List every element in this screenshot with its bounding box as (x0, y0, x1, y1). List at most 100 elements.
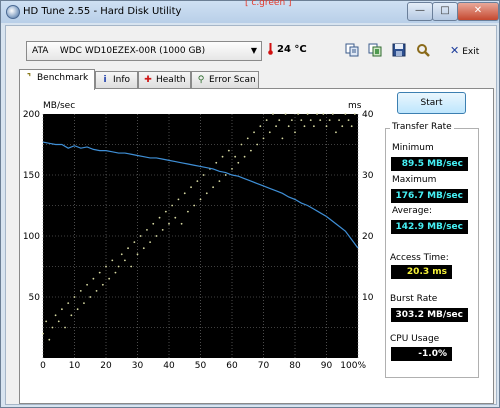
access-time-point (61, 308, 63, 311)
access-time-point (48, 338, 51, 341)
access-time-point (350, 125, 353, 128)
access-time-point (306, 113, 309, 115)
x-tick-label: 40 (163, 361, 175, 371)
access-time-point (227, 149, 230, 152)
access-time-point (83, 302, 85, 304)
transfer-rate-title: Transfer Rate (390, 122, 454, 132)
access-time-point (262, 137, 265, 140)
x-tick-label: 10 (69, 361, 81, 371)
access-time-point (353, 113, 356, 115)
x-tick-label: 80 (289, 361, 301, 371)
access-time-point (205, 192, 208, 195)
access-time-point (124, 259, 126, 262)
access-time-point (253, 131, 255, 134)
access-time-point (174, 216, 177, 219)
access-time-point (297, 113, 300, 115)
access-time-point (303, 125, 306, 128)
y-left-tick-label: 200 (23, 110, 40, 120)
access-time-point (117, 265, 120, 268)
access-time-point (136, 253, 139, 256)
access-time-point (199, 198, 202, 201)
access-time-point (278, 119, 281, 121)
access-time-point (328, 119, 331, 121)
access-time-point (57, 320, 60, 323)
maximum-value: 176.7 MB/sec (391, 189, 468, 203)
access-time-point (155, 235, 158, 237)
access-time-point (98, 271, 101, 274)
access-time-point (73, 296, 76, 298)
access-time-point (133, 241, 136, 244)
access-time-point (341, 125, 344, 128)
burst-rate-value: 303.2 MB/sec (391, 308, 468, 322)
access-time-point (164, 210, 167, 213)
access-time-point (108, 277, 111, 280)
cpu-usage-value: -1.0% (391, 347, 452, 361)
access-time-point (114, 271, 117, 274)
access-time-point (344, 113, 347, 115)
y-right-tick-label: 20 (362, 232, 374, 242)
access-time-point (313, 125, 315, 128)
access-time-point (240, 143, 243, 146)
access-time-value: 20.3 ms (391, 265, 452, 279)
access-time-point (183, 192, 186, 195)
access-time-point (92, 277, 95, 280)
access-time-point (265, 119, 268, 121)
access-time-point (215, 161, 218, 164)
access-time-point (190, 186, 192, 189)
access-time-point (193, 204, 196, 207)
access-time-point (221, 155, 224, 158)
access-time-point (45, 320, 48, 323)
access-time-point (149, 241, 152, 244)
access-time-point (246, 137, 249, 140)
access-time-point (275, 125, 277, 128)
access-time-point (218, 180, 221, 183)
maximum-label: Maximum (392, 175, 437, 185)
access-time-point (196, 180, 199, 183)
x-tick-label: 30 (132, 361, 144, 371)
access-time-point (79, 290, 82, 292)
access-time-point (202, 174, 205, 176)
minimum-value: 89.5 MB/sec (391, 157, 468, 171)
y-left-tick-label: 150 (23, 171, 40, 181)
minimum-label: Minimum (392, 143, 434, 153)
x-tick-label: 100% (340, 361, 366, 371)
access-time-point (243, 155, 246, 158)
x-tick-label: 0 (40, 361, 46, 371)
access-time-point (101, 283, 104, 286)
access-time-point (139, 235, 142, 237)
access-time-point (130, 265, 133, 268)
access-time-point (316, 113, 318, 115)
y-left-tick-label: 100 (23, 232, 40, 242)
access-time-point (152, 222, 155, 225)
access-time-point (158, 216, 161, 219)
access-time-point (142, 247, 145, 250)
access-time-point (76, 308, 79, 311)
access-time-point (294, 131, 296, 134)
access-time-point (64, 326, 66, 329)
start-button[interactable]: Start (397, 92, 466, 114)
access-time-point (322, 113, 325, 115)
access-time-point (51, 326, 54, 329)
access-time-point (54, 314, 57, 317)
cpu-usage-label: CPU Usage (390, 334, 440, 344)
x-tick-label: 20 (100, 361, 112, 371)
access-time-point (187, 210, 189, 213)
y-right-tick-label: 10 (362, 293, 374, 303)
x-tick-label: 60 (226, 361, 238, 371)
y-axis-right-label: ms (348, 101, 362, 111)
access-time-point (256, 143, 259, 146)
access-time-point (309, 119, 312, 121)
access-time-point (171, 204, 174, 207)
access-time-point (259, 125, 262, 128)
access-time-point (237, 161, 240, 164)
access-time-point (287, 125, 290, 128)
access-time-point (281, 137, 284, 140)
access-time-point (284, 113, 287, 115)
y-right-tick-label: 40 (362, 110, 374, 120)
average-label: Average: (392, 206, 432, 216)
access-time-point (290, 119, 293, 121)
y-right-tick-label: 30 (362, 171, 374, 181)
y-axis-left-label: MB/sec (43, 101, 75, 111)
access-time-point (168, 222, 170, 225)
x-tick-label: 90 (321, 361, 333, 371)
